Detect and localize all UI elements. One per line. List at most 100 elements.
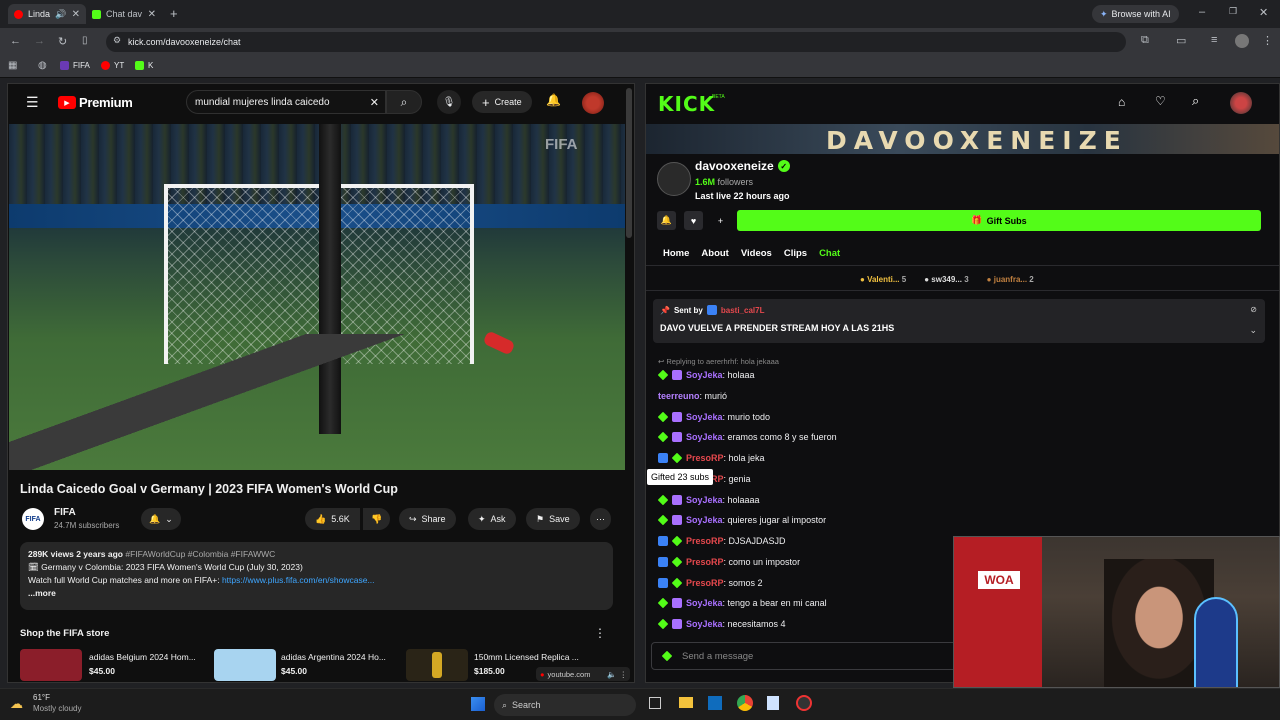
- gift-subs-button[interactable]: 🎁 Gift Subs: [737, 210, 1261, 231]
- badge-purple-icon[interactable]: [672, 411, 682, 422]
- dislike-button[interactable]: 👎: [363, 508, 391, 530]
- reply-context[interactable]: ↩ Replying to aererhrhf: hola jekaaa: [658, 357, 779, 366]
- show-more-link[interactable]: ...more: [28, 587, 605, 600]
- chat-message[interactable]: SoyJeka: eramos como 8 y se fueron: [657, 430, 837, 444]
- chat-username[interactable]: SoyJeka: [686, 370, 723, 380]
- channel-name[interactable]: FIFA: [54, 507, 76, 518]
- badge-green-icon[interactable]: [671, 577, 683, 588]
- chat-message[interactable]: teerreuno: murió: [658, 389, 727, 403]
- user-avatar[interactable]: [582, 92, 604, 114]
- badge-purple-icon[interactable]: [672, 432, 682, 443]
- leaderboard-entry[interactable]: ● juanfra... 2: [987, 275, 1034, 284]
- address-bar[interactable]: ⚙ kick.com/davooxeneize/chat: [106, 32, 1126, 52]
- like-button[interactable]: 👍 5.6K: [305, 508, 360, 530]
- hashtags[interactable]: #FIFAWorldCup #Colombia #FIFAWWC: [125, 549, 275, 559]
- pinned-message[interactable]: 📌 Sent by basti_cal7L DAVO VUELVE A PREN…: [653, 299, 1265, 343]
- file-explorer-icon[interactable]: [679, 697, 693, 708]
- chat-message[interactable]: SoyJeka: tengo a bear en mi canal: [657, 596, 827, 610]
- chevron-down-icon[interactable]: ⌄: [1249, 325, 1257, 336]
- video-description[interactable]: 289K views 2 years ago #FIFAWorldCup #Co…: [20, 542, 613, 610]
- browse-icon[interactable]: ⌂: [1118, 95, 1125, 109]
- product-image[interactable]: [20, 649, 82, 681]
- channel-avatar[interactable]: FIFA: [22, 508, 44, 530]
- kick-logo[interactable]: KICK: [658, 92, 715, 116]
- more-icon[interactable]: ⋮: [620, 670, 631, 679]
- chat-username[interactable]: SoyJeka: [686, 432, 723, 442]
- scrollbar-thumb[interactable]: [626, 88, 632, 238]
- badge-green-icon[interactable]: [657, 618, 669, 630]
- youtube-search-input[interactable]: mundial mujeres linda caicedo ✕: [186, 90, 386, 114]
- follow-button[interactable]: ♥: [684, 211, 703, 230]
- subscribed-button[interactable]: 🔔 ⌄: [141, 508, 181, 530]
- mini-player-bar[interactable]: ● youtube.com 🔈 ⋮: [536, 667, 630, 681]
- tab-kick-chat[interactable]: Chat dav ✕: [86, 4, 162, 24]
- clear-search-icon[interactable]: ✕: [370, 96, 379, 109]
- bookmark-fifa[interactable]: FIFA: [60, 61, 90, 70]
- globe-icon[interactable]: ◍: [38, 60, 47, 71]
- hamburger-menu-icon[interactable]: ☰: [26, 94, 39, 111]
- chat-username[interactable]: PresoRP: [686, 453, 724, 463]
- new-tab-icon[interactable]: +: [170, 6, 178, 21]
- badge-purple-icon[interactable]: [672, 598, 682, 609]
- product-name[interactable]: 150mm Licensed Replica ...: [474, 652, 579, 662]
- more-actions-button[interactable]: ⋯: [590, 508, 611, 530]
- speaker-icon[interactable]: 🔊: [55, 9, 66, 20]
- badge-green-icon[interactable]: [657, 431, 669, 443]
- nav-clips[interactable]: Clips: [784, 248, 807, 259]
- chat-username[interactable]: SoyJeka: [686, 598, 723, 608]
- share-button[interactable]: ↪ Share: [399, 508, 456, 530]
- close-tab-icon[interactable]: ✕: [72, 9, 80, 20]
- chrome-icon[interactable]: [737, 695, 753, 711]
- badge-green-icon[interactable]: [657, 494, 669, 505]
- badge-green-icon[interactable]: [657, 411, 669, 422]
- browse-with-ai-button[interactable]: ✦ Browse with AI: [1092, 5, 1179, 23]
- close-tab-icon[interactable]: ✕: [148, 9, 156, 20]
- badge-green-icon[interactable]: [657, 369, 669, 381]
- windows-start-icon[interactable]: [471, 697, 485, 711]
- unpin-icon[interactable]: ⊘: [1250, 305, 1257, 314]
- chat-message[interactable]: SoyJeka: murio todo: [657, 410, 770, 424]
- product-name[interactable]: adidas Belgium 2024 Hom...: [89, 652, 196, 662]
- chat-message[interactable]: PresoRP: como un impostor: [658, 555, 800, 569]
- product-name[interactable]: adidas Argentina 2024 Ho...: [281, 652, 386, 662]
- notify-button[interactable]: 🔔: [657, 211, 676, 230]
- search-icon[interactable]: ⌕: [1192, 93, 1199, 109]
- profile-avatar[interactable]: [1235, 34, 1249, 48]
- youtube-logo[interactable]: ▶ Premium: [58, 95, 133, 110]
- badge-blue-icon[interactable]: [658, 577, 668, 588]
- app-icon[interactable]: [796, 695, 812, 711]
- heart-icon[interactable]: ♡: [1155, 94, 1166, 108]
- shop-menu-icon[interactable]: ⋮: [594, 626, 606, 640]
- save-button[interactable]: ⚑ Save: [526, 508, 580, 530]
- kick-user-avatar[interactable]: [1230, 92, 1252, 114]
- description-link[interactable]: https://www.plus.fifa.com/en/showcase...: [222, 575, 375, 585]
- badge-purple-icon[interactable]: [672, 619, 682, 629]
- nav-about[interactable]: About: [701, 248, 728, 259]
- restore-icon[interactable]: ❐: [1229, 6, 1237, 17]
- cast-icon[interactable]: ▭: [1176, 34, 1186, 47]
- back-icon[interactable]: ←: [10, 35, 21, 47]
- badge-blue-icon[interactable]: [658, 536, 668, 546]
- leaderboard-entry[interactable]: ● Valenti... 5: [860, 275, 906, 284]
- notifications-bell-icon[interactable]: 🔔: [546, 93, 561, 107]
- chat-username[interactable]: SoyJeka: [686, 515, 723, 525]
- video-player[interactable]: FIFA: [9, 124, 625, 470]
- tab-youtube[interactable]: Linda 🔊 ✕: [8, 4, 86, 24]
- chat-message[interactable]: PresoRP: somos 2: [658, 576, 763, 590]
- task-view-icon[interactable]: [649, 697, 661, 709]
- chat-username[interactable]: PresoRP: [686, 536, 724, 546]
- badge-green-icon[interactable]: [671, 535, 683, 547]
- forward-icon[interactable]: →: [34, 35, 45, 47]
- outlook-icon[interactable]: [708, 696, 722, 710]
- chat-message[interactable]: SoyJeka: necesitamos 4: [657, 617, 786, 631]
- create-button[interactable]: + Create: [472, 91, 532, 113]
- nav-videos[interactable]: Videos: [741, 248, 772, 259]
- search-button[interactable]: ⌕: [386, 90, 422, 114]
- extensions-icon[interactable]: ⧉: [1141, 34, 1149, 47]
- clip-button[interactable]: +: [711, 211, 730, 230]
- badge-purple-icon[interactable]: [672, 370, 682, 380]
- weather-temp[interactable]: 61°F: [33, 693, 50, 702]
- chat-username[interactable]: SoyJeka: [686, 495, 723, 505]
- chat-username[interactable]: PresoRP: [686, 578, 724, 588]
- volume-icon[interactable]: 🔈: [607, 670, 616, 679]
